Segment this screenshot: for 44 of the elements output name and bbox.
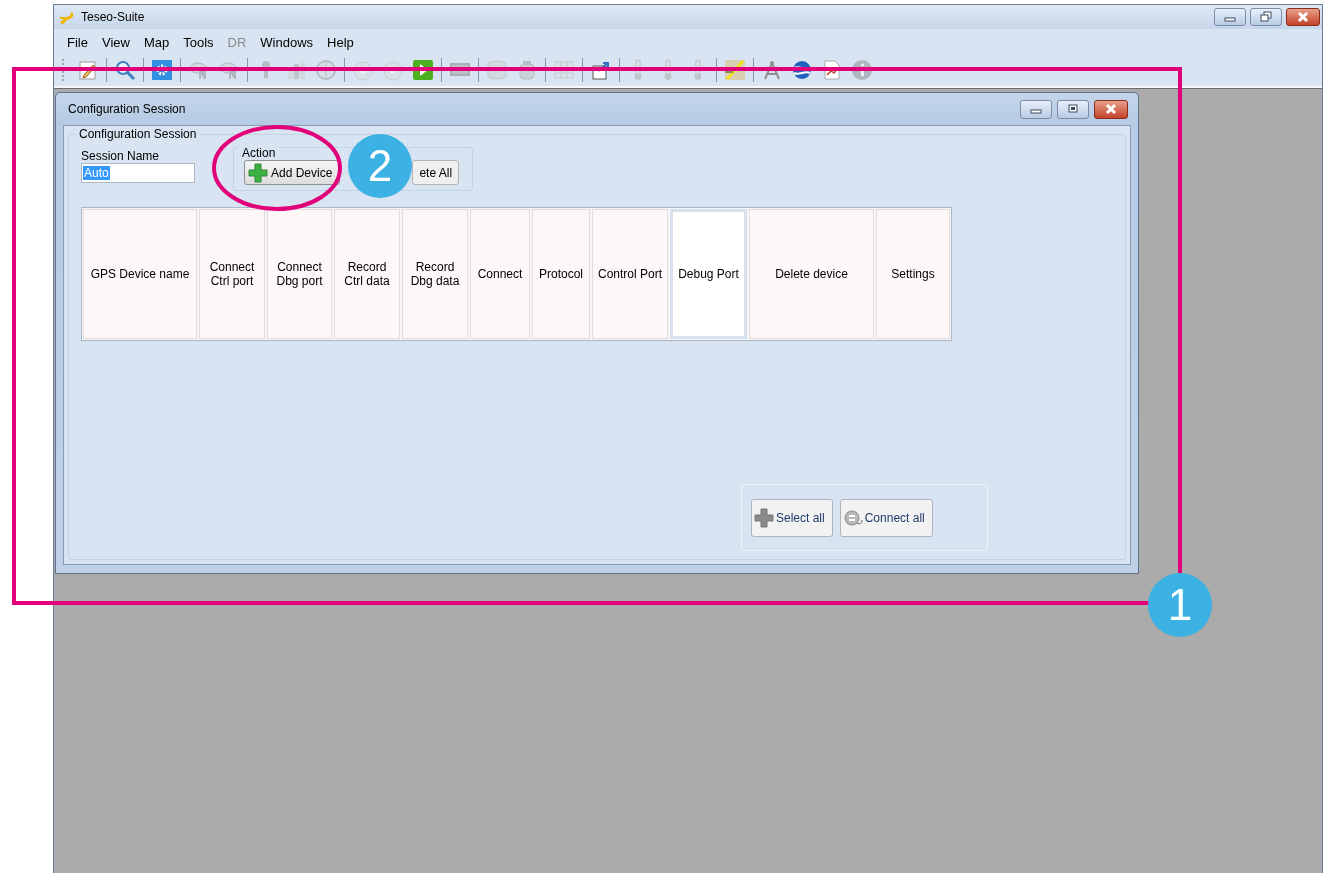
antenna-icon[interactable]: [761, 59, 783, 81]
menu-item: DR: [226, 34, 248, 52]
field-label: Session Name: [81, 149, 161, 163]
menu-item[interactable]: Help: [320, 33, 361, 52]
group-title: Action: [238, 147, 280, 159]
close-icon: [1104, 103, 1118, 115]
close-icon: [1296, 11, 1310, 23]
action-button[interactable]: Add Device: [244, 160, 341, 185]
toolbar-grip[interactable]: [62, 59, 67, 81]
column-header[interactable]: Delete device: [749, 209, 874, 339]
column-header[interactable]: Connect Ctrl port: [199, 209, 265, 339]
close-button[interactable]: [1094, 99, 1128, 119]
action-button[interactable]: Connect all: [839, 499, 933, 537]
menu-item[interactable]: View: [94, 33, 137, 52]
window-title: Configuration Session: [68, 102, 186, 116]
menu-item[interactable]: Map: [136, 33, 177, 52]
column-header[interactable]: GPS Device name: [83, 209, 197, 339]
menu-item[interactable]: Windows: [253, 33, 321, 52]
close-button[interactable]: [1286, 8, 1320, 26]
column-header[interactable]: Connect Dbg port: [267, 209, 332, 339]
menu-item[interactable]: File: [60, 33, 95, 52]
column-header[interactable]: Record Ctrl data: [334, 209, 400, 339]
plus-icon: [248, 162, 268, 183]
earth-icon[interactable]: [791, 59, 813, 81]
group-title: Configuration Session: [75, 127, 201, 141]
action-button[interactable]: Select all: [751, 499, 833, 537]
export-icon[interactable]: [590, 59, 612, 81]
column-header[interactable]: Protocol: [532, 209, 590, 339]
restore-icon: [1259, 11, 1273, 23]
road-logo-icon: [59, 9, 75, 25]
minimize-button[interactable]: [1020, 99, 1052, 119]
menu-item[interactable]: Tools: [176, 33, 221, 52]
column-header[interactable]: Connect: [470, 209, 530, 339]
minimize-button[interactable]: [1214, 8, 1246, 26]
window-title: Teseo-Suite: [81, 10, 145, 24]
column-header[interactable]: Debug Port: [670, 209, 747, 339]
search-icon[interactable]: [114, 59, 136, 81]
plus-icon: [754, 508, 774, 528]
action-button[interactable]: ete All: [412, 160, 460, 185]
maximize-icon: [1066, 103, 1080, 115]
column-header[interactable]: Control Port: [592, 209, 668, 339]
maximize-button[interactable]: [1057, 99, 1089, 119]
column-header[interactable]: Record Dbg data: [402, 209, 468, 339]
column-header[interactable]: Settings: [876, 209, 950, 339]
